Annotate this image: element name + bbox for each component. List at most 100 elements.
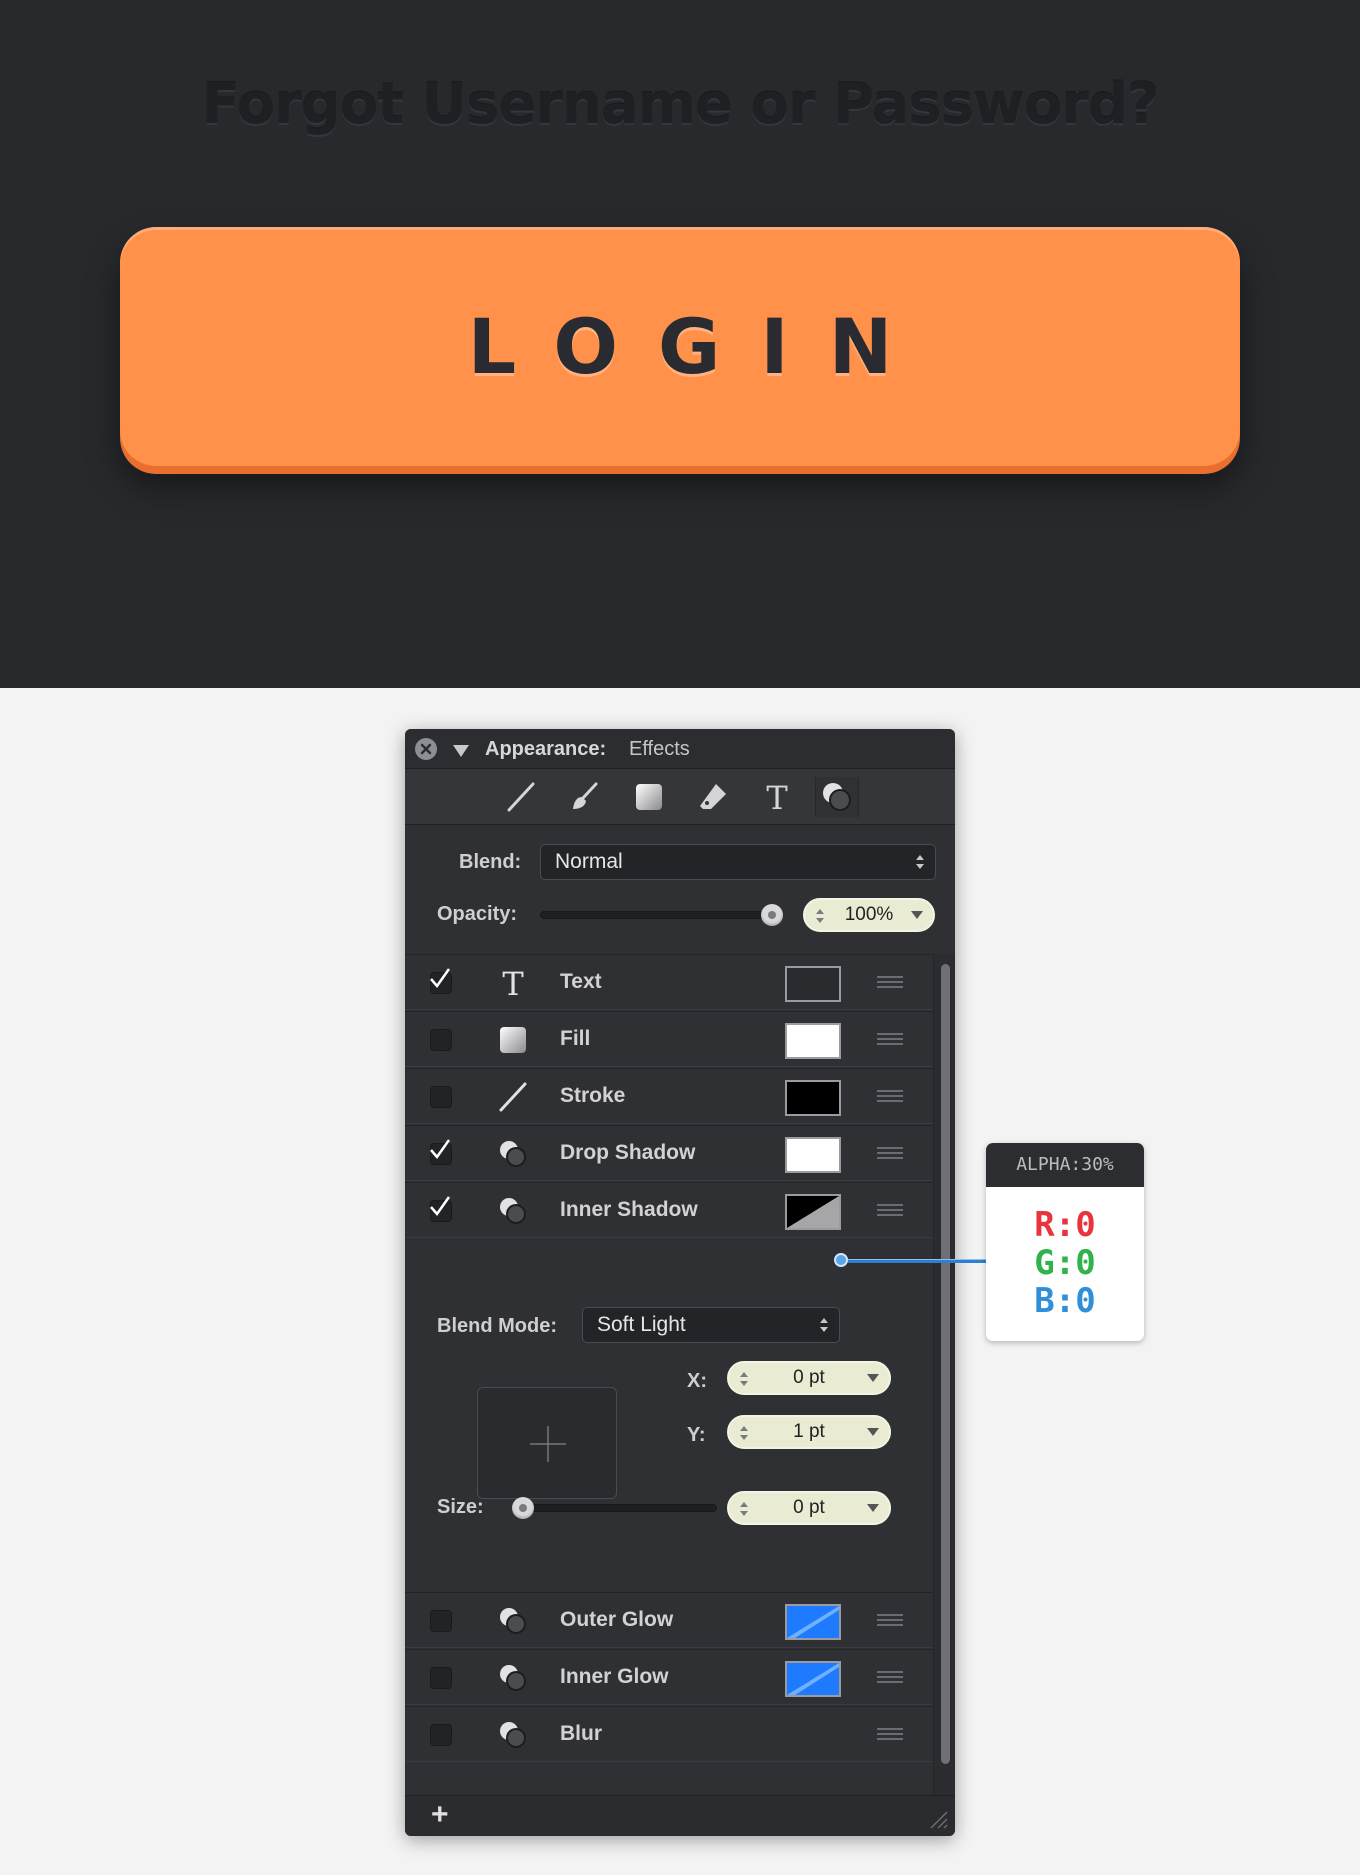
effect-row-text[interactable]: T Text [405,954,933,1010]
color-swatch[interactable] [785,966,841,1002]
effect-row-drop-shadow[interactable]: Drop Shadow [405,1125,933,1181]
size-stepper[interactable]: 0 pt [727,1491,891,1525]
eraser-tool-icon[interactable] [691,777,735,817]
opacity-slider[interactable] [540,911,776,919]
y-label: Y: [687,1424,706,1446]
y-value: 1 pt [793,1421,825,1442]
drag-handle-icon[interactable] [877,1204,903,1218]
callout-connector-dot [834,1253,848,1267]
crosshair-icon [530,1426,566,1462]
drag-handle-icon[interactable] [877,1090,903,1104]
effect-row-stroke[interactable]: Stroke [405,1068,933,1124]
size-slider[interactable] [513,1504,717,1512]
opacity-value: 100% [844,904,894,925]
blend-value: Normal [555,850,623,873]
stepper-arrows-icon [740,1426,748,1440]
effect-name: Text [560,970,602,993]
panel-title: Appearance: [485,738,607,760]
stepper-arrows-icon [740,1502,748,1516]
select-arrows-icon [820,1318,828,1332]
close-icon[interactable] [415,738,437,760]
drag-handle-icon[interactable] [877,1033,903,1047]
effect-row-inner-glow[interactable]: Inner Glow [405,1649,933,1705]
svg-text:T: T [766,781,788,813]
brush-tool-icon[interactable] [563,777,607,817]
panel-subtitle: Effects [629,738,690,760]
add-effect-button[interactable]: + [431,1800,449,1830]
blue-value: B:0 [1034,1281,1096,1321]
effect-name: Inner Shadow [560,1198,698,1221]
effect-name: Outer Glow [560,1608,674,1631]
effect-name: Fill [560,1027,591,1050]
checkbox[interactable] [430,1610,452,1632]
scroll-thumb[interactable] [941,964,950,1764]
size-slider-knob[interactable] [512,1497,534,1519]
x-label: X: [687,1370,707,1392]
resize-grip-icon[interactable] [927,1808,949,1830]
callout-connector-line [840,1259,986,1263]
dropdown-arrow-icon [867,1428,879,1436]
color-swatch[interactable] [785,1604,841,1640]
inner-shadow-settings: Blend Mode: Soft Light X: 0 pt Y: 1 pt S… [405,1295,933,1557]
appearance-panel: Appearance: Effects T Blend: Normal Opac… [405,729,955,1836]
drag-handle-icon[interactable] [877,1614,903,1628]
checkbox[interactable] [430,1667,452,1689]
effect-row-blur[interactable]: Blur [405,1706,933,1762]
forgot-heading: Forgot Username or Password? [201,72,1160,137]
shadow-offset-preview[interactable] [477,1387,617,1499]
stepper-arrows-icon [740,1372,748,1386]
drag-handle-icon[interactable] [877,976,903,990]
stepper-arrows-icon [816,909,824,923]
blur-icon [500,1722,526,1748]
color-swatch[interactable] [785,1023,841,1059]
opacity-stepper[interactable]: 100% [803,898,935,932]
disclosure-triangle-icon[interactable] [453,745,469,757]
effect-row-outer-glow[interactable]: Outer Glow [405,1592,933,1648]
blend-select[interactable]: Normal [540,844,936,880]
shadow-icon [500,1198,526,1224]
dropdown-arrow-icon [867,1374,879,1382]
y-stepper[interactable]: 1 pt [727,1415,891,1449]
checkbox[interactable] [430,1029,452,1051]
color-swatch[interactable] [785,1080,841,1116]
effect-row-inner-shadow[interactable]: Inner Shadow [405,1182,933,1238]
alpha-label: ALPHA:30% [986,1143,1144,1187]
color-swatch[interactable] [785,1194,841,1230]
red-value: R:0 [1034,1205,1096,1245]
dropdown-arrow-icon [911,911,923,919]
color-swatch[interactable] [785,1661,841,1697]
color-swatch[interactable] [785,1137,841,1173]
preview-canvas: Forgot Username or Password? LOGIN [0,0,1360,688]
text-icon: T [502,967,524,999]
login-button[interactable]: LOGIN [120,227,1240,466]
drag-handle-icon[interactable] [877,1671,903,1685]
blend-mode-select[interactable]: Soft Light [582,1307,840,1343]
size-label: Size: [437,1496,484,1518]
checkbox[interactable] [430,1724,452,1746]
drag-handle-icon[interactable] [877,1728,903,1742]
text-tool-icon[interactable]: T [755,777,799,817]
fill-tool-icon[interactable] [627,777,671,817]
green-value: G:0 [1034,1243,1096,1283]
blend-mode-label: Blend Mode: [437,1315,557,1337]
fill-icon [500,1027,526,1053]
glow-icon [500,1665,526,1691]
checkmark-icon [430,1196,451,1217]
blend-label: Blend: [459,851,522,873]
size-value: 0 pt [793,1497,825,1518]
checkmark-icon [430,1139,451,1160]
opacity-slider-knob[interactable] [761,904,783,926]
x-value: 0 pt [793,1367,825,1388]
checkbox[interactable] [430,1086,452,1108]
effect-name: Blur [560,1722,602,1745]
stroke-icon [499,1082,527,1112]
drag-handle-icon[interactable] [877,1147,903,1161]
color-callout: ALPHA:30% R:0 G:0 B:0 [986,1143,1144,1341]
glow-icon [500,1608,526,1634]
dropdown-arrow-icon [867,1504,879,1512]
effects-tool-icon[interactable] [815,777,859,817]
x-stepper[interactable]: 0 pt [727,1361,891,1395]
stroke-tool-icon[interactable] [499,777,543,817]
effects-scrollbar[interactable] [933,954,955,1796]
effect-row-fill[interactable]: Fill [405,1011,933,1067]
